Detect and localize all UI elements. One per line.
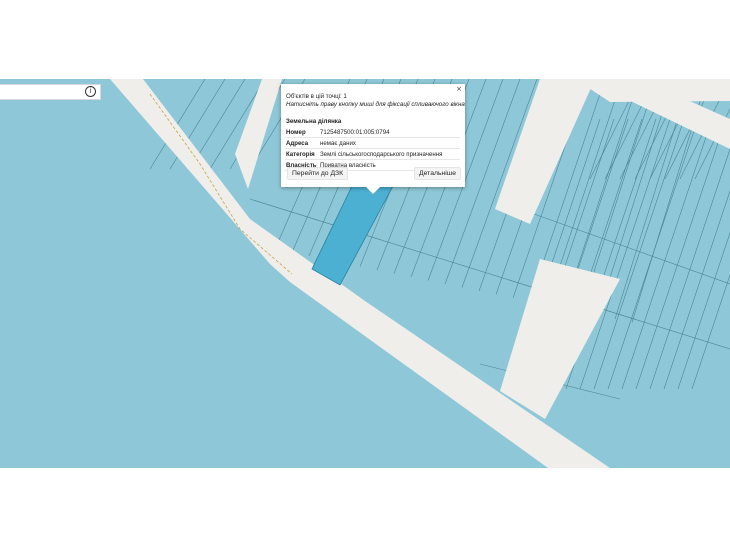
row-key: Номер xyxy=(285,127,319,138)
parcel-popup: × Об'єктів в цій точці: 1 Натисніть прав… xyxy=(281,84,465,194)
table-row: Адреса немає даних xyxy=(285,137,460,149)
section-title: Земельна ділянка xyxy=(286,118,342,125)
row-key: Категорія xyxy=(285,148,319,160)
popup-hint: Натисніть праву кнопку миші для фіксації… xyxy=(286,101,465,108)
row-value: немає даних xyxy=(319,137,460,149)
popup-pointer xyxy=(366,187,380,194)
info-icon[interactable]: i xyxy=(85,86,96,97)
table-row: Номер 7125487500:01:005:0794 xyxy=(285,127,460,138)
details-button[interactable]: Детальніше xyxy=(414,167,461,180)
search-bar[interactable]: i xyxy=(0,84,101,100)
close-icon[interactable]: × xyxy=(456,85,462,93)
objects-count: Об'єктів в цій точці: 1 xyxy=(286,93,347,100)
parcel-info-table: Номер 7125487500:01:005:0794 Адреса нема… xyxy=(285,127,460,171)
row-value: 7125487500:01:005:0794 xyxy=(319,127,460,138)
table-row: Категорія Землі сільськогосподарського п… xyxy=(285,148,460,160)
row-value: Землі сільськогосподарського призначення xyxy=(319,148,460,160)
go-to-dzk-button[interactable]: Перейти до ДЗК xyxy=(287,167,349,180)
row-key: Адреса xyxy=(285,137,319,149)
